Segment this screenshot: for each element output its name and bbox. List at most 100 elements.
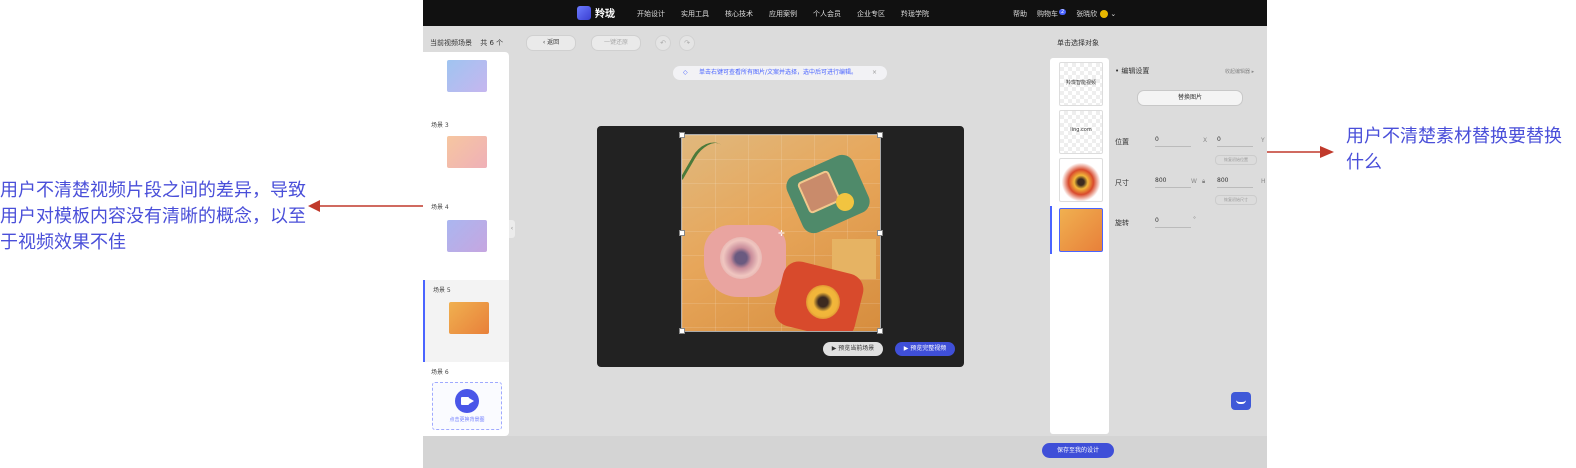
resize-handle[interactable] — [679, 132, 685, 138]
resize-handle[interactable] — [877, 230, 883, 236]
scene-list: 场景 3 场景 4 场景 5 场景 6 点击更换背景图 — [423, 52, 509, 436]
video-camera-icon[interactable] — [455, 389, 479, 413]
height-input[interactable]: 800 — [1217, 177, 1253, 188]
hint-text: 单击右键可查看所有图片/文案并选择，选中后可进行编辑。 — [699, 69, 858, 76]
asset-text: 羚珑智能视频 — [1065, 80, 1096, 86]
back-button[interactable]: ‹ 返回 — [526, 35, 576, 51]
size-label: 尺寸 — [1115, 179, 1129, 187]
resize-handle[interactable] — [877, 328, 883, 334]
user-bar: 帮助 购物车 2 张晓欣 ⌄ — [1013, 9, 1116, 19]
user-menu[interactable]: 张晓欣 ⌄ — [1076, 9, 1116, 19]
scene-label: 场景 6 — [431, 369, 449, 376]
x-unit: X — [1203, 137, 1208, 144]
nav-item-enterprise[interactable]: 企业专区 — [857, 9, 885, 19]
width-input[interactable]: 800 — [1155, 177, 1191, 188]
collapse-panel-handle[interactable]: ‹ — [509, 220, 515, 238]
collapse-editor-link[interactable]: 收起编辑器 ▸ — [1225, 68, 1254, 75]
chevron-left-icon: ‹ — [542, 39, 546, 46]
play-icon: ▶ — [831, 345, 837, 352]
position-label: 位置 — [1115, 138, 1129, 146]
redo-icon[interactable]: ↷ — [679, 35, 695, 51]
main-nav: 开始设计 实用工具 核心技术 应用案例 个人会员 企业专区 羚珑学院 — [637, 9, 929, 19]
hint-banner: ◇ 单击右键可查看所有图片/文案并选择，选中后可进行编辑。 × — [673, 66, 887, 80]
back-label: 返回 — [547, 39, 560, 46]
save-design-button[interactable]: 保存至我的设计 — [1042, 443, 1114, 458]
nav-item-tools[interactable]: 实用工具 — [681, 9, 709, 19]
object-list: 羚珑智能视频 ling.com — [1050, 58, 1109, 434]
vip-crown-icon — [1100, 10, 1109, 18]
logo-text: 羚珑 — [595, 9, 615, 20]
chevron-down-icon: ⌄ — [1110, 10, 1117, 18]
scene-thumbnail — [447, 220, 487, 252]
scene-item[interactable]: 场景 3 — [423, 116, 509, 196]
top-navbar: 羚珑 开始设计 实用工具 核心技术 应用案例 个人会员 企业专区 羚珑学院 帮助… — [423, 0, 1267, 26]
position-x-input[interactable]: 0 — [1155, 136, 1191, 147]
properties-title: • 编辑设置 — [1115, 67, 1150, 75]
close-icon[interactable]: × — [872, 66, 877, 80]
object-panel-header: 单击选择对象 — [1057, 39, 1099, 47]
preview-scene-button[interactable]: ▶ 预览当前场景 — [823, 342, 883, 356]
w-unit: W — [1191, 178, 1197, 185]
scene-thumbnail — [447, 60, 487, 92]
camera-lens — [806, 285, 840, 319]
scene-thumbnail — [449, 302, 489, 334]
scene-panel-header: 当前视频场景 共 6 个 — [430, 38, 503, 48]
user-name: 张晓欣 — [1076, 10, 1098, 18]
reset-position-button[interactable]: 恢复初始位置 — [1215, 155, 1257, 165]
asset-text-url[interactable]: ling.com — [1059, 110, 1103, 154]
scene-item[interactable]: 场景 4 — [423, 200, 509, 280]
selected-indicator — [1050, 206, 1052, 254]
nav-item-member[interactable]: 个人会员 — [813, 9, 841, 19]
asset-text-title[interactable]: 羚珑智能视频 — [1059, 62, 1103, 106]
scene-count: 共 6 个 — [480, 39, 504, 47]
camera-lens — [720, 237, 762, 279]
y-unit: Y — [1261, 137, 1265, 144]
brand-logo[interactable]: 羚珑 — [577, 5, 615, 20]
cart-label: 购物车 — [1037, 10, 1058, 18]
play-icon: ▶ — [903, 345, 909, 352]
annotation-left: 用户不清楚视频片段之间的差异，导致用户对模板内容没有清晰的概念，以至于视频效果不… — [0, 180, 306, 253]
nav-item-start-design[interactable]: 开始设计 — [637, 9, 665, 19]
diamond-icon: ◇ — [683, 69, 688, 76]
arrow-left — [308, 200, 426, 212]
replace-image-button[interactable]: 替换图片 — [1137, 90, 1243, 106]
restore-button[interactable]: 一键还原 — [591, 35, 641, 51]
resize-handle[interactable] — [679, 230, 685, 236]
scene-item-active[interactable]: 场景 5 — [423, 280, 509, 362]
nav-item-cases[interactable]: 应用案例 — [769, 9, 797, 19]
nav-item-academy[interactable]: 羚珑学院 — [901, 9, 929, 19]
scene-panel-title: 当前视频场景 — [430, 39, 472, 47]
position-y-input[interactable]: 0 — [1217, 136, 1253, 147]
h-unit: H — [1261, 178, 1266, 185]
scene-thumbnail — [447, 136, 487, 168]
undo-icon[interactable]: ↶ — [655, 35, 671, 51]
preview-video-label: 预览完整视频 — [910, 345, 947, 352]
scene-item[interactable] — [423, 52, 509, 102]
logo-icon — [577, 5, 591, 20]
assistant-robot-icon[interactable] — [1231, 392, 1251, 410]
asset-scene-image-selected[interactable] — [1059, 208, 1103, 252]
video-canvas: ✛ ▶ 预览当前场景 ▶ 预览完整视频 — [597, 126, 964, 367]
help-link[interactable]: 帮助 — [1013, 9, 1027, 19]
rotate-input[interactable]: 0 — [1155, 217, 1191, 228]
resize-handle[interactable] — [877, 132, 883, 138]
nav-item-tech[interactable]: 核心技术 — [725, 9, 753, 19]
bottom-bar — [423, 436, 1267, 468]
resize-handle[interactable] — [679, 328, 685, 334]
scene-label: 场景 5 — [433, 287, 451, 294]
cart-badge: 2 — [1059, 9, 1067, 15]
annotation-right: 用户不清楚素材替换要替换什么 — [1346, 126, 1562, 173]
scene-label: 场景 4 — [431, 204, 449, 211]
asset-text: ling.com — [1070, 127, 1092, 133]
reset-size-button[interactable]: 恢复初始尺寸 — [1215, 195, 1257, 205]
asset-red-camera[interactable] — [1059, 158, 1103, 202]
degree-unit: ° — [1193, 216, 1196, 223]
preview-video-button[interactable]: ▶ 预览完整视频 — [895, 342, 955, 356]
center-point-icon[interactable]: ✛ — [778, 229, 785, 238]
upload-background-area[interactable]: 点击更换背景图 — [432, 382, 502, 430]
lock-icon[interactable]: 🔒︎ — [1202, 178, 1205, 186]
editor-window: 羚珑 开始设计 实用工具 核心技术 应用案例 个人会员 企业专区 羚珑学院 帮助… — [423, 0, 1267, 468]
cart-link[interactable]: 购物车 2 — [1037, 9, 1067, 19]
scene-label: 场景 3 — [431, 122, 449, 129]
rotate-label: 旋转 — [1115, 219, 1129, 227]
